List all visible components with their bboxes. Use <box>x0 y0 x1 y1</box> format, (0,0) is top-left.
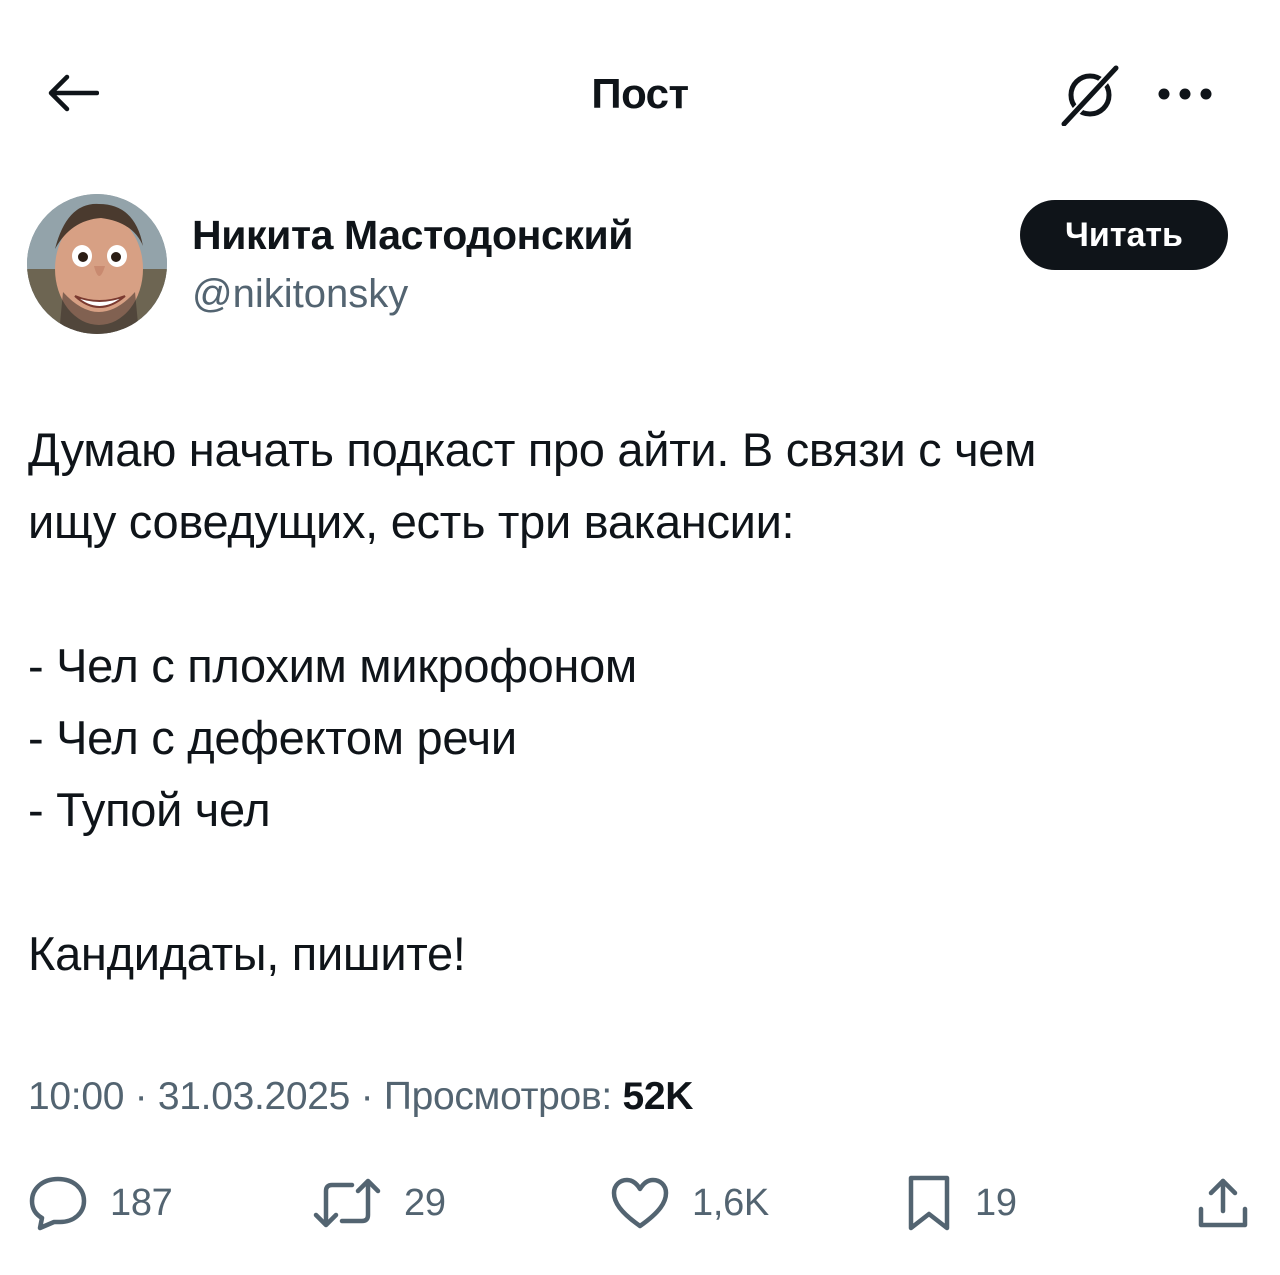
post-date[interactable]: 31.03.2025 <box>158 1075 351 1118</box>
author-handle[interactable]: @nikitonsky <box>192 272 408 317</box>
bookmark-button[interactable]: 19 <box>905 1168 1017 1238</box>
reply-button[interactable]: 187 <box>28 1168 173 1238</box>
repost-icon <box>312 1175 382 1231</box>
repost-button[interactable]: 29 <box>312 1168 446 1238</box>
share-icon <box>1196 1175 1250 1231</box>
views-label: Просмотров: <box>383 1075 612 1118</box>
views-count[interactable]: 52K <box>622 1075 693 1118</box>
heart-icon <box>610 1176 670 1230</box>
author-name[interactable]: Никита Мастодонский <box>192 212 633 259</box>
bookmark-icon <box>905 1174 953 1232</box>
share-button[interactable] <box>1196 1168 1250 1238</box>
post-time[interactable]: 10:00 <box>28 1075 124 1118</box>
like-button[interactable]: 1,6K <box>610 1168 769 1238</box>
post-text-line: Кандидаты, пишите! <box>28 927 466 980</box>
post-text-line: - Чел с дефектом речи <box>28 711 517 764</box>
reply-count: 187 <box>110 1181 173 1224</box>
grok-button[interactable] <box>1050 56 1130 136</box>
like-count: 1,6K <box>692 1181 769 1224</box>
avatar[interactable] <box>27 194 167 334</box>
reply-icon <box>28 1175 88 1231</box>
post-text-line: Думаю начать подкаст про айти. В связи с… <box>28 423 1037 476</box>
post-text-line: ищу соведущих, есть три вакансии: <box>28 495 795 548</box>
meta-separator: · <box>350 1075 384 1118</box>
post-meta: 10:00 · 31.03.2025 · Просмотров: 52K <box>28 1075 693 1119</box>
meta-separator: · <box>124 1075 158 1118</box>
bookmark-count: 19 <box>975 1181 1017 1224</box>
follow-button[interactable]: Читать <box>1020 200 1228 270</box>
repost-count: 29 <box>404 1181 446 1224</box>
more-dots-icon <box>1157 87 1213 106</box>
post-text-line: - Чел с плохим микрофоном <box>28 639 637 692</box>
post-text-line: - Тупой чел <box>28 783 271 836</box>
more-button[interactable] <box>1150 68 1220 124</box>
top-bar: Пост <box>0 40 1280 150</box>
grok-icon <box>1058 62 1122 131</box>
